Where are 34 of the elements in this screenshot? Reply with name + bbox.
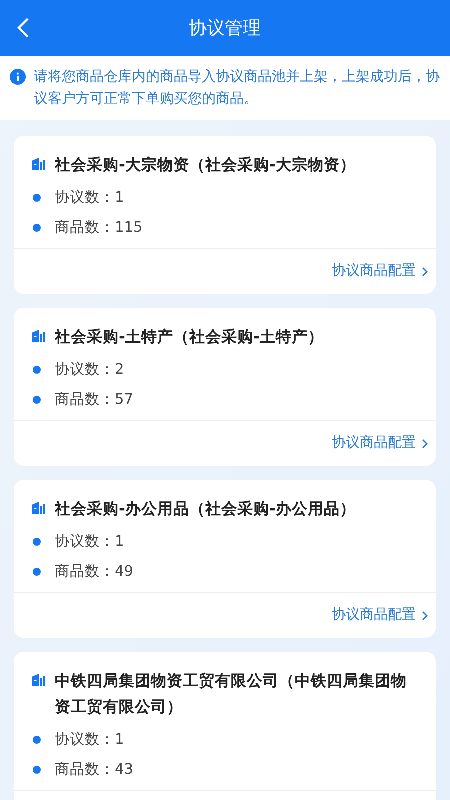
stat-text: 商品数：115 (55, 218, 143, 238)
card-title: 社会采购-土特产（社会采购-土特产） (55, 327, 324, 348)
building-icon (32, 328, 45, 342)
chevron-icon (422, 438, 428, 448)
config-link[interactable]: 协议商品配置 (332, 605, 428, 626)
back-icon[interactable] (16, 17, 30, 39)
bullet-icon (33, 766, 41, 774)
stat-text: 商品数：57 (55, 390, 134, 410)
config-link[interactable]: 协议商品配置 (332, 261, 428, 282)
stat-text: 商品数：49 (55, 562, 134, 582)
notice-text: 请将您商品仓库内的商品导入协议商品池并上架，上架成功后，协议客户方可正常下单购买您的商品。 (34, 68, 440, 109)
card-title: 中铁四局集团物资工贸有限公司（中铁四局集团物资工贸有限公司） (55, 671, 408, 718)
bullet-icon (33, 538, 41, 546)
card-title: 社会采购-大宗物资（社会采购-大宗物资） (55, 155, 356, 176)
stat-text: 协议数：1 (55, 730, 124, 750)
bullet-icon (33, 194, 41, 202)
building-icon (32, 500, 45, 514)
config-link[interactable]: 协议商品配置 (332, 433, 428, 454)
chevron-icon (422, 266, 428, 276)
bullet-icon (33, 396, 41, 404)
building-icon (32, 672, 45, 686)
stat-text: 协议数：1 (55, 188, 124, 208)
bullet-icon (33, 736, 41, 744)
bullet-icon (33, 568, 41, 576)
stat-text: 商品数：43 (55, 760, 134, 780)
page-title: 协议管理 (189, 16, 261, 40)
stat-text: 协议数：2 (55, 360, 124, 380)
bullet-icon (33, 224, 41, 232)
chevron-icon (422, 610, 428, 620)
building-icon (32, 156, 45, 170)
bullet-icon (33, 366, 41, 374)
info-icon (10, 69, 26, 85)
card-title: 社会采购-办公用品（社会采购-办公用品） (55, 499, 356, 520)
stat-text: 协议数：1 (55, 532, 124, 552)
